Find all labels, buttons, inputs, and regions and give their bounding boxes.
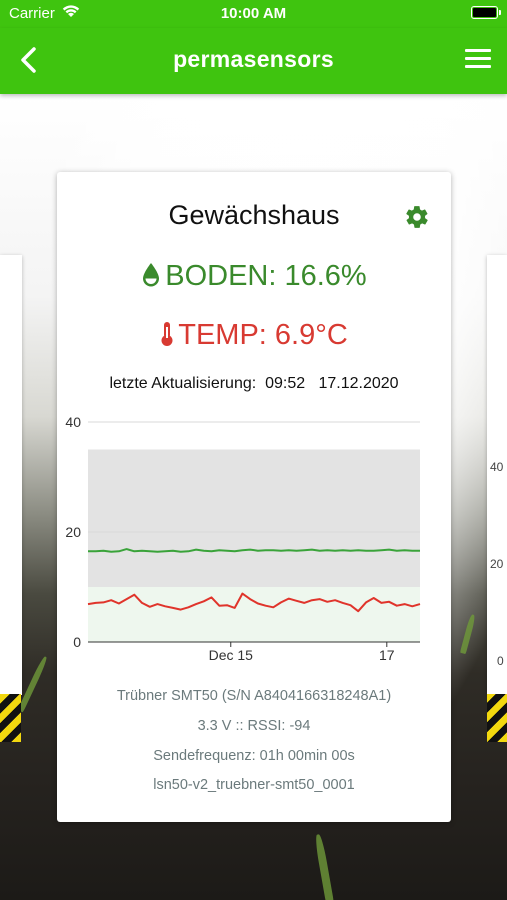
thermometer-icon [161, 322, 173, 346]
side-chart-tick: 40 [490, 460, 504, 474]
x-tick-label: 17 [379, 647, 395, 663]
hazard-stripe [487, 694, 507, 742]
y-tick-label: 40 [65, 414, 81, 430]
y-tick-label: 0 [73, 634, 81, 650]
hamburger-line [465, 65, 491, 68]
sprout-decoration [17, 655, 49, 713]
status-bar: Carrier 10:00 AM [0, 0, 507, 28]
previous-sensor-card[interactable] [0, 255, 22, 695]
temperature-value: TEMP: 6.9°C [178, 319, 348, 351]
chart-band-1 [88, 587, 420, 642]
last-update-date: 17.12.2020 [318, 375, 399, 392]
navigation-bar: permasensors [0, 28, 507, 94]
y-tick-label: 20 [65, 524, 81, 540]
soil-moisture-value: BODEN: 16.6% [165, 260, 367, 292]
sensor-card[interactable]: Gewächshaus BODEN: 16.6% TEMP: 6.9°C let… [57, 172, 451, 822]
side-chart-tick: 20 [490, 557, 504, 571]
app-title: permasensors [173, 46, 334, 72]
hazard-stripe [0, 694, 21, 742]
clock-label: 10:00 AM [220, 5, 287, 22]
device-id: lsn50-v2_truebner-smt50_0001 [153, 777, 355, 793]
soil-moisture-reading: BODEN: 16.6% [57, 260, 451, 293]
hamburger-menu-icon [465, 49, 491, 52]
send-frequency: Sendefrequenz: 01h 00min 00s [153, 748, 355, 764]
next-sensor-card[interactable]: 40 20 0 [487, 255, 507, 695]
x-tick-label: Dec 15 [209, 647, 254, 663]
last-update-label: letzte Aktualisierung: [109, 375, 257, 392]
menu-button[interactable] [465, 49, 491, 71]
sprout-decoration [459, 613, 477, 655]
water-drop-icon [143, 263, 160, 287]
sensor-model: Trübner SMT50 (S/N A8404166318248A1) [116, 688, 392, 704]
chart-band-0 [88, 449, 420, 587]
last-update: letzte Aktualisierung: 09:52 17.12.2020 [57, 375, 451, 393]
sprout-decoration [313, 833, 335, 900]
side-chart-tick: 0 [497, 654, 504, 668]
power-rssi: 3.3 V :: RSSI: -94 [197, 718, 311, 734]
temperature-reading: TEMP: 6.9°C [57, 319, 451, 352]
sensor-name: Gewächshaus [168, 200, 340, 230]
settings-gear-icon[interactable] [404, 204, 430, 230]
battery-icon [471, 6, 501, 19]
last-update-time: 09:52 [265, 375, 306, 392]
sensor-history-chart[interactable]: 40 20 0 Dec 15 17 [57, 412, 451, 667]
hamburger-line [465, 57, 491, 60]
